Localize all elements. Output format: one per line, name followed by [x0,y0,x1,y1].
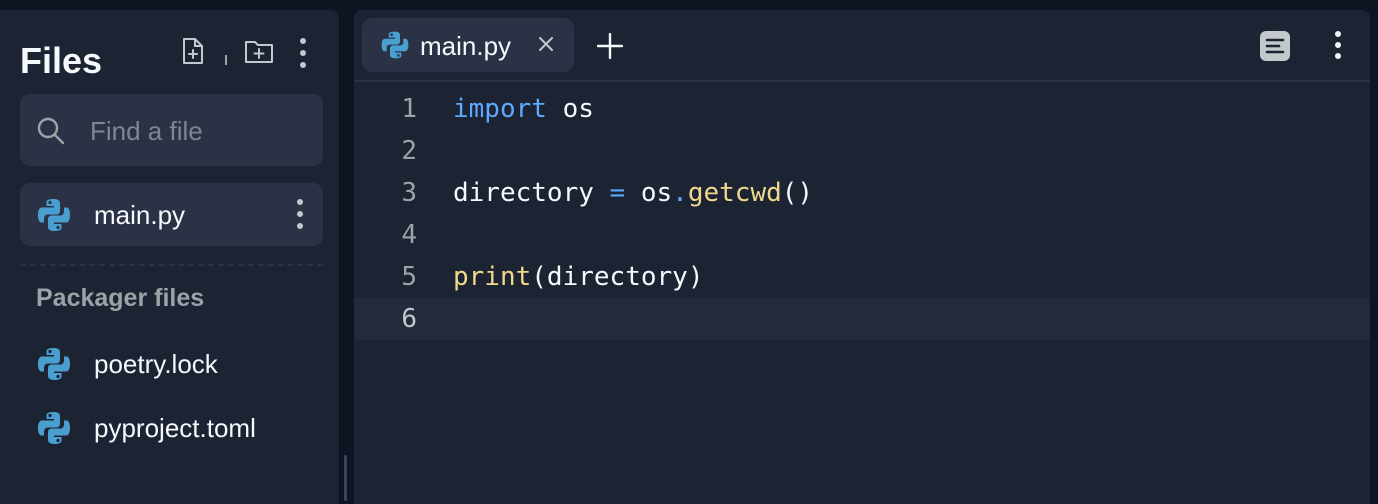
code-line[interactable]: 6 [354,298,1370,340]
code-token: . [672,178,688,208]
code-line[interactable]: 1 import os [354,88,1370,130]
python-icon [38,199,70,231]
line-text: import os [453,94,594,124]
code-editor-panel: main.py 1 import os 2 3 directory = os.getcw… [354,10,1370,504]
file-name: poetry.lock [94,349,218,379]
code-token: os [625,178,673,208]
python-icon [38,348,70,380]
code-token: print [453,262,532,292]
code-line[interactable]: 5 print(directory) [354,256,1370,298]
file-plus-icon[interactable] [178,36,206,66]
sidebar-menu-kebab-icon[interactable] [299,37,307,71]
line-number: 5 [401,262,417,292]
file-menu-kebab-icon[interactable] [296,198,304,232]
code-token: directory [453,178,610,208]
line-text: directory = os.getcwd() [453,178,813,208]
folder-plus-icon[interactable] [243,36,275,66]
code-token: = [609,178,626,208]
code-line[interactable]: 2 [354,130,1370,172]
files-title: Files [20,40,103,81]
line-text: print(directory) [453,262,703,292]
editor-menu-kebab-icon[interactable] [1334,30,1342,60]
line-number: 3 [401,178,417,208]
panel-resize-handle[interactable] [344,455,347,501]
section-divider [20,264,323,266]
python-icon [38,412,70,444]
header-separator [225,55,227,65]
files-sidebar: Files Find a file main.py Packager files [0,10,339,504]
packager-files-label: Packager files [36,284,205,312]
code-token: import [453,94,547,124]
file-name: main.py [94,200,186,230]
line-number: 6 [401,304,417,334]
file-item-poetry-lock[interactable]: poetry.lock [20,332,323,395]
close-icon[interactable] [538,36,554,52]
line-number: 1 [401,94,417,124]
tab-bar: main.py [354,10,1370,82]
search-icon [37,117,65,145]
code-line[interactable]: 4 [354,214,1370,256]
search-placeholder: Find a file [90,116,203,146]
python-icon [381,31,409,59]
line-number: 4 [401,220,417,250]
code-token: (directory) [531,262,704,292]
search-input[interactable]: Find a file [20,94,323,166]
tab-label: main.py [420,31,512,61]
code-area[interactable]: 1 import os 2 3 directory = os.getcwd() 4 5 pri… [354,88,1370,340]
layout-toggle-icon[interactable] [1259,30,1291,62]
code-line[interactable]: 3 directory = os.getcwd() [354,172,1370,214]
code-token: () [781,178,814,208]
file-item-main-py[interactable]: main.py [20,183,323,246]
code-token: getcwd [687,178,782,208]
add-tab-plus-icon[interactable] [597,33,623,59]
file-item-pyproject-toml[interactable]: pyproject.toml [20,396,323,459]
tab-main-py[interactable]: main.py [362,18,574,72]
code-token: os [546,94,594,124]
line-number: 2 [401,136,417,166]
file-name: pyproject.toml [94,413,256,443]
